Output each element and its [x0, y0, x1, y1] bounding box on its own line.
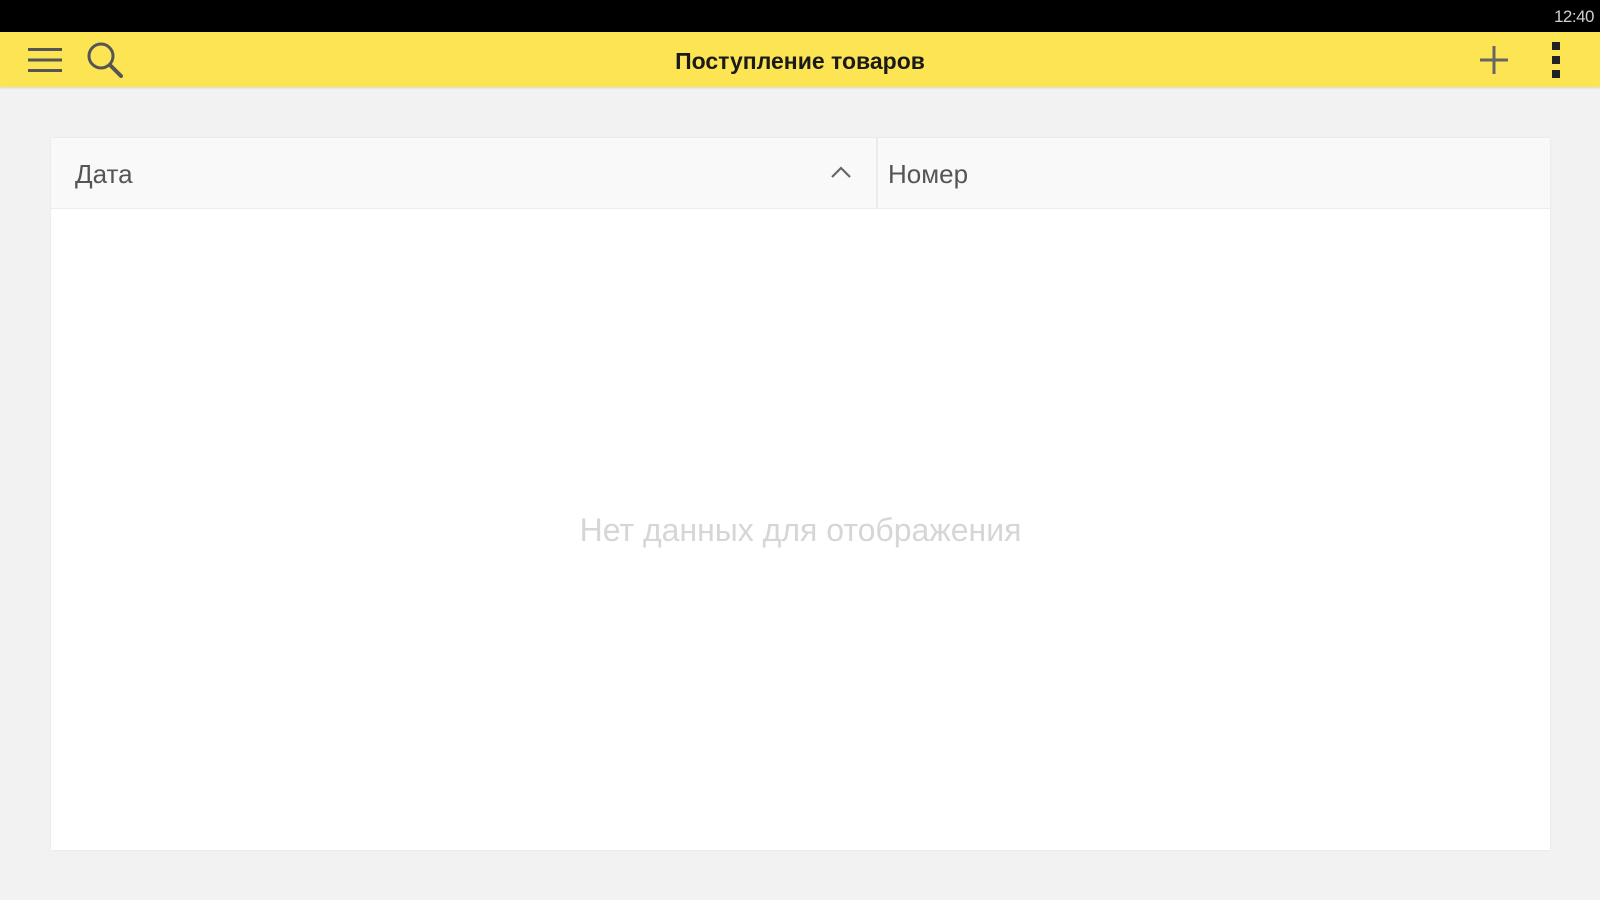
menu-icon [28, 47, 62, 72]
more-options-button[interactable] [1536, 32, 1576, 87]
app-bar: Поступление товаров [0, 32, 1600, 87]
column-label-date: Дата [75, 159, 133, 189]
column-label-number: Номер [888, 159, 969, 189]
more-vertical-icon [1552, 41, 1560, 78]
table-header: Дата Номер [51, 138, 1550, 209]
status-bar: 12:40 [0, 0, 1600, 32]
search-button[interactable] [80, 32, 130, 87]
column-header-number[interactable]: Номер [878, 138, 1550, 208]
plus-icon [1480, 45, 1508, 74]
sort-ascending-icon [831, 166, 851, 178]
page-title: Поступление товаров [675, 48, 925, 74]
documents-table: Дата Номер Нет данных для отображения [51, 138, 1550, 850]
search-icon [87, 42, 123, 78]
add-button[interactable] [1472, 32, 1516, 87]
menu-button[interactable] [22, 32, 68, 87]
status-time: 12:40 [1553, 7, 1595, 26]
column-header-date[interactable]: Дата [51, 138, 878, 208]
empty-state-message: Нет данных для отображения [579, 512, 1022, 548]
